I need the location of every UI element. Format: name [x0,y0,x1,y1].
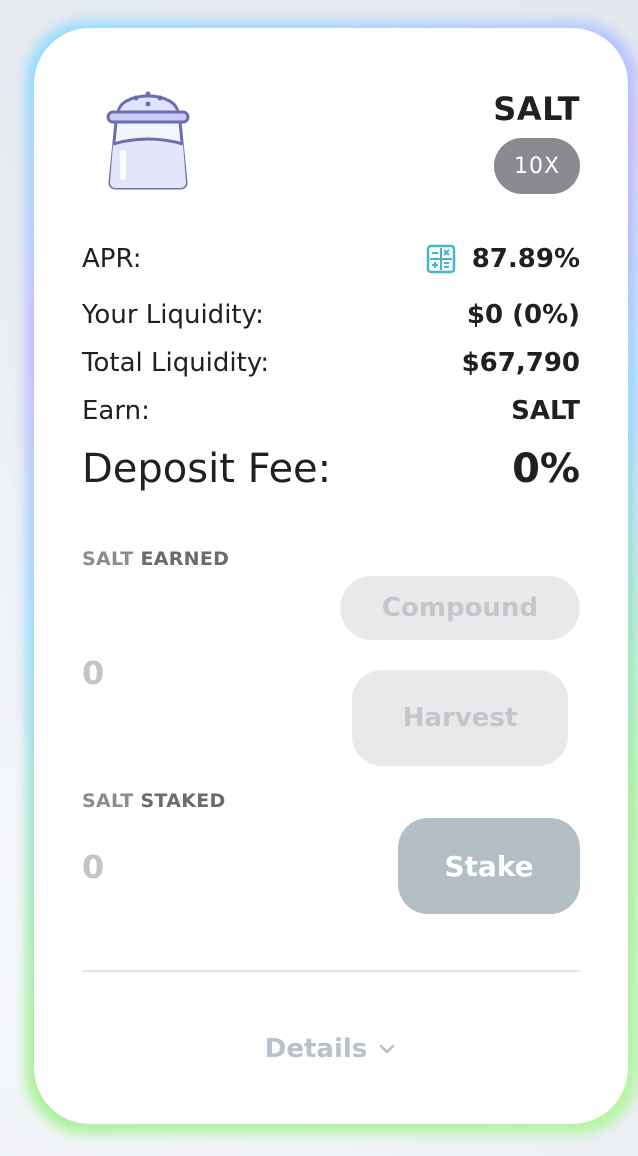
total-liquidity-label: Total Liquidity: [82,348,270,378]
harvest-button[interactable]: Harvest [352,670,568,766]
your-liquidity-label: Your Liquidity: [82,300,264,330]
staked-section-label: SALT STAKED [82,790,226,812]
your-liquidity-value: $0 (0%) [466,300,580,330]
earn-value: SALT [511,396,580,426]
earned-label: EARNED [140,548,230,570]
apr-value-group: 87.89% [426,244,580,274]
earn-row: Earn: SALT [82,396,580,426]
multiplier-badge: 10X [494,138,580,194]
staked-label: STAKED [140,790,226,812]
divider [82,970,580,972]
stake-button[interactable]: Stake [398,818,580,914]
deposit-fee-label: Deposit Fee: [82,446,332,492]
chevron-down-icon [380,1044,395,1054]
staked-token-label: SALT [82,790,134,812]
earn-label: Earn: [82,396,150,426]
deposit-fee-value: 0% [512,446,580,492]
staked-amount: 0 [82,848,105,886]
apr-value: 87.89% [471,244,580,274]
farm-card: SALT 10X APR: 87.89% Your Liquidity: $0 … [34,28,628,1124]
details-toggle[interactable]: Details [34,1034,628,1064]
total-liquidity-value: $67,790 [461,348,580,378]
deposit-fee-row: Deposit Fee: 0% [82,446,580,492]
token-name: SALT [493,90,580,128]
earned-token-label: SALT [82,548,134,570]
calculator-icon[interactable] [426,244,456,274]
earned-amount: 0 [82,654,105,692]
total-liquidity-row: Total Liquidity: $67,790 [82,348,580,378]
your-liquidity-row: Your Liquidity: $0 (0%) [82,300,580,330]
salt-shaker-icon [106,91,190,190]
earned-section-label: SALT EARNED [82,548,229,570]
details-label: Details [264,1034,368,1064]
apr-row: APR: 87.89% [82,244,580,274]
compound-button[interactable]: Compound [340,576,580,640]
apr-label: APR: [82,244,142,274]
